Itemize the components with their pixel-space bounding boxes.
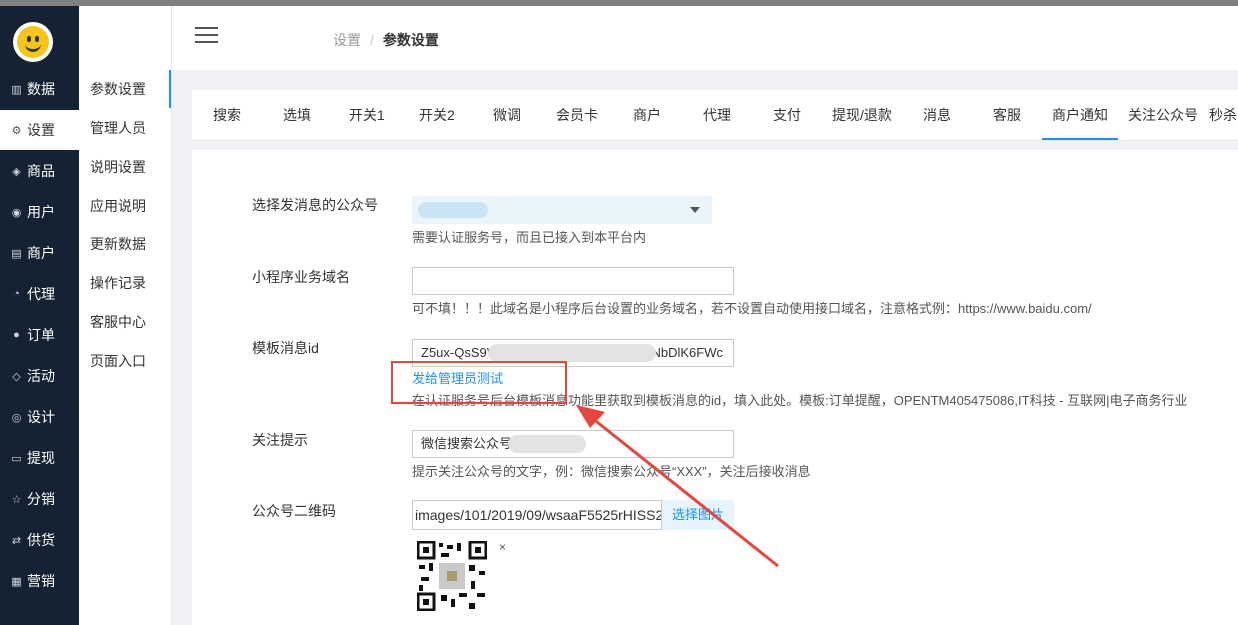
tab-merchant-notice[interactable]: 商户通知 <box>1042 90 1118 140</box>
tab-switch1[interactable]: 开关1 <box>349 90 385 140</box>
design-icon: ◎ <box>11 411 22 424</box>
sub-nav-item[interactable]: 页面入口 <box>79 342 171 380</box>
follow-tip-mask <box>508 435 586 453</box>
supply-icon: ⇄ <box>11 534 22 547</box>
agent-icon: ◔ <box>13 288 20 300</box>
tab-payment[interactable]: 支付 <box>773 90 801 140</box>
settings-panel <box>192 150 1238 625</box>
sub-nav-item[interactable]: 操作记录 <box>79 264 171 302</box>
nav-item-label: 活动 <box>27 368 55 384</box>
template-id-mask <box>488 344 656 362</box>
nav-item-marketing[interactable]: ▦ 营销 <box>0 561 79 601</box>
chevron-down-icon <box>690 207 700 213</box>
smiley-face-icon[interactable] <box>13 22 53 62</box>
breadcrumb-settings[interactable]: 设置 <box>333 32 361 48</box>
sub-nav-item[interactable]: 客服中心 <box>79 303 171 341</box>
user-icon: ◉ <box>11 206 22 219</box>
nav-item-label: 供货 <box>27 532 55 548</box>
nav-item-label: 商户 <box>27 245 55 261</box>
hamburger-menu-icon[interactable] <box>195 27 218 43</box>
follow-tip-hint: 提示关注公众号的文字，例：微信搜索公众号“XXX”，关注后接收消息 <box>412 464 811 479</box>
nav-item-merchants[interactable]: ▤ 商户 <box>0 233 79 273</box>
nav-item-settings[interactable]: ⚙ 设置 <box>0 110 79 150</box>
miniprogram-domain-input[interactable] <box>412 267 734 295</box>
template-id-value-end: NbDlK6FWc <box>651 345 723 360</box>
official-account-select[interactable] <box>412 196 712 224</box>
selected-account-blurred <box>418 202 488 218</box>
tab-switch2[interactable]: 开关2 <box>419 90 455 140</box>
box-icon: ◈ <box>12 165 21 178</box>
tab-follow-account[interactable]: 关注公众号 <box>1128 90 1198 140</box>
nav-item-label: 订单 <box>27 327 55 343</box>
tag-icon: ◇ <box>12 370 21 383</box>
qr-code-path-input[interactable]: images/101/2019/09/wsaaF5525rHISS2 <box>412 500 662 530</box>
left-nav: ▥ 数据 ⚙ 设置 ◈ 商品 ◉ 用户 ▤ 商户 ◔ 代理 ● 订单 ◇ 活动 ◎ 设计 ▭ 提现 … <box>0 6 79 625</box>
tab-search[interactable]: 搜索 <box>213 90 241 140</box>
store-icon: ▤ <box>11 247 22 260</box>
nav-item-distribution[interactable]: ☆ 分销 <box>0 479 79 519</box>
tab-optional[interactable]: 选填 <box>283 90 311 140</box>
sub-nav-item[interactable]: 管理人员 <box>79 109 171 147</box>
miniprogram-domain-label: 小程序业务域名 <box>252 269 350 285</box>
sub-nav: 参数设置 管理人员 说明设置 应用说明 更新数据 操作记录 客服中心 页面入口 <box>79 6 172 625</box>
tab-bar: 搜索 选填 开关1 开关2 微调 会员卡 商户 代理 支付 提现/退款 消息 客… <box>192 90 1238 141</box>
tab-message[interactable]: 消息 <box>923 90 951 140</box>
header: 设置 / 参数设置 <box>172 6 1238 70</box>
breadcrumb-separator: / <box>370 32 374 48</box>
tab-member-card[interactable]: 会员卡 <box>556 90 598 140</box>
tab-withdraw-refund[interactable]: 提现/退款 <box>832 90 892 140</box>
withdraw-icon: ▭ <box>11 452 22 465</box>
nav-item-label: 代理 <box>27 286 55 302</box>
remove-image-icon[interactable]: × <box>499 540 506 554</box>
nav-item-goods[interactable]: ◈ 商品 <box>0 151 79 191</box>
nav-item-label: 设置 <box>27 122 55 138</box>
miniprogram-domain-hint: 可不填！！！此域名是小程序后台设置的业务域名，若不设置自动使用接口域名，注意格式… <box>412 301 1092 316</box>
nav-item-orders[interactable]: ● 订单 <box>0 315 79 355</box>
nav-item-withdraw[interactable]: ▭ 提现 <box>0 438 79 478</box>
nav-item-label: 提现 <box>27 450 55 466</box>
sub-nav-item[interactable]: 应用说明 <box>79 187 171 225</box>
breadcrumb-current: 参数设置 <box>382 32 439 48</box>
nav-item-label: 用户 <box>27 204 55 220</box>
template-id-label: 模板消息id <box>252 340 319 356</box>
nav-item-supply[interactable]: ⇄ 供货 <box>0 520 79 560</box>
sub-nav-item[interactable]: 说明设置 <box>79 148 171 186</box>
breadcrumb: 设置 / 参数设置 <box>333 30 439 50</box>
qr-code-label: 公众号二维码 <box>252 503 336 519</box>
tab-agent[interactable]: 代理 <box>703 90 731 140</box>
qr-code-image <box>416 540 488 612</box>
official-account-hint: 需要认证服务号，而且已接入到本平台内 <box>412 230 647 245</box>
order-icon: ● <box>13 329 20 341</box>
nav-item-label: 营销 <box>27 573 55 589</box>
choose-image-button[interactable]: 选择图片 <box>662 500 734 530</box>
grid-icon: ▦ <box>11 575 22 588</box>
nav-item-agents[interactable]: ◔ 代理 <box>0 274 79 314</box>
nav-item-users[interactable]: ◉ 用户 <box>0 192 79 232</box>
follow-tip-label: 关注提示 <box>252 432 308 448</box>
nav-item-design[interactable]: ◎ 设计 <box>0 397 79 437</box>
sub-nav-item[interactable]: 参数设置 <box>79 70 171 108</box>
nav-item-data[interactable]: ▥ 数据 <box>0 69 79 109</box>
nav-item-label: 分销 <box>27 491 55 507</box>
distribution-icon: ☆ <box>11 493 22 506</box>
chart-icon: ▥ <box>11 83 22 96</box>
nav-item-label: 数据 <box>27 81 55 97</box>
official-account-label: 选择发消息的公众号 <box>252 197 378 213</box>
template-id-value-start: Z5ux-QsS9V <box>421 345 496 360</box>
tab-flash-sale[interactable]: 秒杀 <box>1209 90 1237 140</box>
tab-tuning[interactable]: 微调 <box>493 90 521 140</box>
tab-customer-service[interactable]: 客服 <box>993 90 1021 140</box>
nav-item-label: 商品 <box>27 163 55 179</box>
tab-merchant[interactable]: 商户 <box>633 90 661 140</box>
gear-icon: ⚙ <box>11 124 22 137</box>
sub-nav-item[interactable]: 更新数据 <box>79 225 171 263</box>
nav-item-label: 设计 <box>27 409 55 425</box>
nav-item-activities[interactable]: ◇ 活动 <box>0 356 79 396</box>
annotation-red-box <box>391 361 567 404</box>
